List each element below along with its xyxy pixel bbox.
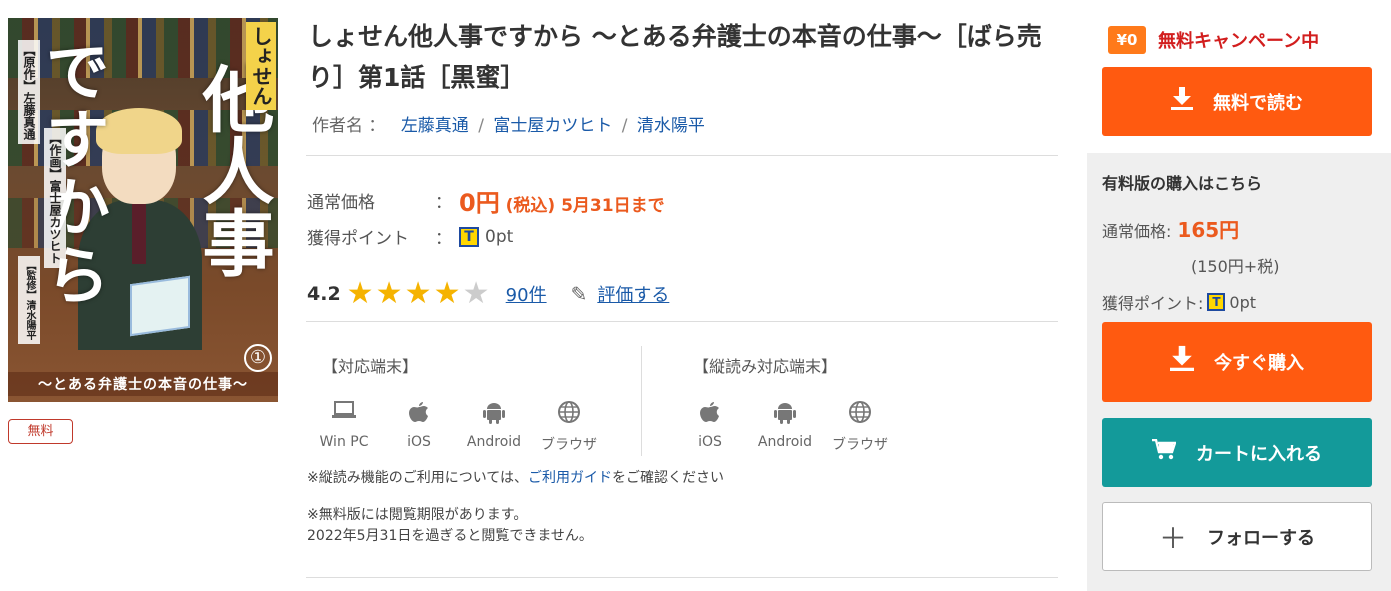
download-icon [1170,345,1194,379]
paid-points: 獲得ポイント: T 0pt [1102,292,1257,314]
author-separator: / [478,116,484,136]
free-campaign-banner: ¥0 無料キャンペーン中 [1108,26,1319,54]
apple-icon [670,400,750,426]
cover-supervisor: 【監修】清水陽平 [18,256,40,344]
rating-score: 4.2 [307,283,341,305]
follow-button[interactable]: ＋ フォローする [1102,502,1372,571]
free-version-note: ※無料版には閲覧期限があります。 2022年5月31日を過ぎると閲覧できません。 [307,507,593,544]
vertical-devices-header: 【縦読み対応端末】 [693,357,838,376]
globe-icon [820,400,900,426]
points-value: 0pt [485,226,514,247]
divider [641,346,642,456]
paid-version-title: 有料版の購入はこちら [1102,174,1263,193]
rating-row: 4.2 ★ ★ ★ ★ ★ 90件 ✎ 評価する [307,276,669,311]
apple-icon [379,400,459,426]
author-label: 作者名 ： [312,116,386,136]
artist-link[interactable]: 富士屋カツヒト [493,116,612,136]
vertical-device-browser: ブラウザ [820,400,900,454]
cover-artist: 【作画】富士屋カツヒト [44,128,66,268]
cover-smartphone [130,275,190,337]
globe-icon [529,400,609,426]
star-rating: ★ ★ ★ ★ ★ [346,276,492,311]
android-icon [454,400,534,426]
review-count-link[interactable]: 90件 [506,281,547,307]
device-android: Android [454,400,534,450]
write-review-link[interactable]: 評価する [597,281,669,307]
star-icon: ★ [433,276,461,311]
add-to-cart-button[interactable]: カートに入れる [1102,418,1372,487]
paid-price: 通常価格: 165円 [1102,218,1240,242]
android-icon [745,400,825,426]
star-icon: ★ [346,276,374,311]
campaign-text: 無料キャンペーン中 [1158,31,1320,52]
usage-guide-link[interactable]: ご利用ガイド [528,470,612,486]
book-cover-image[interactable]: ですから 他人事 しょせん 【原作】左藤真通 【作画】富士屋カツヒト 【監修】清… [8,18,278,402]
author-list: 作者名 ： 左藤真通 / 富士屋カツヒト / 清水陽平 [312,111,705,136]
supervisor-link[interactable]: 清水陽平 [637,116,705,136]
vertical-device-android: Android [745,400,825,450]
price-value: 0円 (税込) 5月31日まで [459,189,665,217]
vertical-device-ios: iOS [670,400,750,450]
pencil-icon[interactable]: ✎ [571,282,588,306]
device-win-pc: Win PC [304,400,384,450]
cover-author: 【原作】左藤真通 [18,40,40,144]
buy-now-button[interactable]: 今すぐ購入 [1102,322,1372,402]
read-free-button[interactable]: 無料で読む [1102,67,1372,136]
paid-price-tax: (150円+税) [1191,257,1280,276]
vertical-reading-note: ※縦読み機能のご利用については、ご利用ガイドをご確認ください [307,470,725,486]
cover-volume-number: ① [244,344,272,372]
divider [306,577,1058,578]
device-browser: ブラウザ [529,400,609,454]
divider [306,321,1058,322]
star-icon: ★ [404,276,432,311]
star-icon: ★ [375,276,403,311]
download-icon [1171,86,1193,117]
devices-header: 【対応端末】 [322,357,419,376]
points-label: 獲得ポイント [307,229,409,249]
cart-icon [1152,438,1177,467]
author-separator: / [621,116,628,136]
laptop-icon [304,400,384,426]
t-point-icon: T [459,226,479,247]
t-point-icon: T [1207,293,1226,311]
free-badge: 無料 [8,419,73,444]
price-row: 通常価格 ： 0円 (税込) 5月31日まで [307,183,665,218]
plus-icon: ＋ [1158,521,1187,555]
divider [306,155,1058,156]
device-ios: iOS [379,400,459,450]
points-row: 獲得ポイント ： T 0pt [307,224,513,249]
zero-yen-icon: ¥0 [1108,26,1146,54]
cover-title-shosen: しょせん [246,22,276,110]
star-empty-icon: ★ [462,276,490,311]
price-label: 通常価格 [307,193,375,213]
cover-subtitle: 〜とある弁護士の本音の仕事〜 [8,372,278,396]
author-link[interactable]: 左藤真通 [401,116,469,136]
page-title: しょせん他人事ですから 〜とある弁護士の本音の仕事〜［ばら売り］第1話［黒蜜］ [308,22,1042,92]
